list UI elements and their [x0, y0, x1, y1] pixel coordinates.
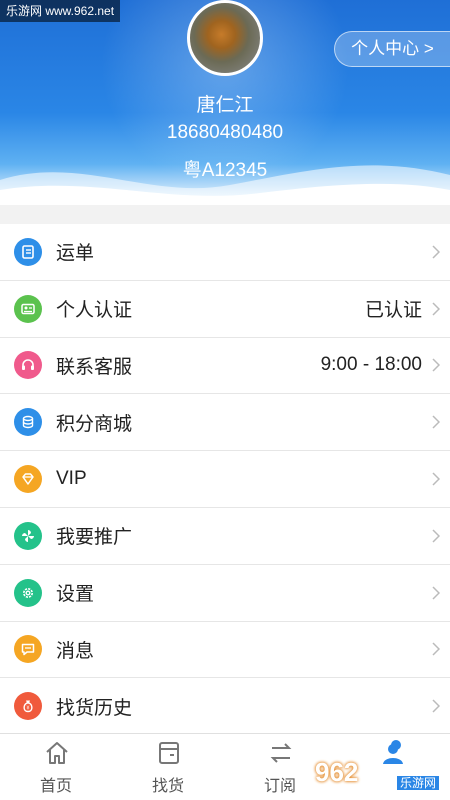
- menu-item-verification[interactable]: 个人认证 已认证: [0, 281, 450, 338]
- menu-label: 联系客服: [56, 356, 133, 378]
- home-icon: [46, 742, 68, 764]
- menu-label: 设置: [56, 584, 95, 606]
- chevron-right-icon: [432, 642, 440, 656]
- tab-label: 找货: [151, 778, 184, 795]
- avatar[interactable]: [187, 0, 263, 76]
- chevron-right-icon: [432, 415, 440, 429]
- menu-item-search-history[interactable]: ¥ 找货历史: [0, 678, 450, 736]
- user-name: 唐仁江: [196, 95, 254, 116]
- menu-item-vip[interactable]: VIP: [0, 451, 450, 508]
- id-card-icon: [14, 294, 42, 323]
- chevron-right-icon: [432, 529, 440, 543]
- watermark-bottom: 962 乐游网: [315, 752, 445, 792]
- gear-icon: [14, 578, 42, 607]
- menu-label: 运单: [56, 243, 95, 265]
- chevron-right-icon: [432, 358, 440, 373]
- waybill-icon: [14, 237, 42, 266]
- menu-item-waybill[interactable]: 运单: [0, 224, 450, 281]
- profile-header: 个人中心 > 唐仁江 18680480480 粤A12345: [0, 0, 450, 205]
- coins-icon: [14, 408, 42, 437]
- menu-value: 9:00 - 18:00: [320, 354, 422, 376]
- message-icon: [14, 635, 42, 664]
- chevron-right-icon: [432, 302, 440, 316]
- cargo-icon: [159, 742, 179, 764]
- menu-label: 积分商城: [56, 413, 133, 435]
- svg-text:¥: ¥: [26, 706, 29, 712]
- menu-item-customer-service[interactable]: 联系客服 9:00 - 18:00: [0, 338, 450, 395]
- watermark-main: 962: [315, 757, 359, 787]
- tab-find-cargo[interactable]: 找货: [112, 734, 224, 800]
- menu-item-points-mall[interactable]: 积分商城: [0, 394, 450, 452]
- license-plate: 粤A12345: [182, 160, 268, 181]
- money-bag-icon: ¥: [14, 692, 42, 721]
- tab-home[interactable]: 首页: [0, 734, 112, 800]
- tab-label: 首页: [39, 778, 72, 795]
- menu-list: 运单 个人认证 已认证 联系客服 9:00 - 18:00 积分商城 VIP 我…: [0, 224, 450, 736]
- menu-value: 已认证: [364, 300, 422, 322]
- menu-label: 我要推广: [56, 527, 133, 549]
- diamond-icon: [14, 465, 42, 494]
- watermark-top: 乐游网 www.962.net: [0, 0, 121, 22]
- user-phone: 18680480480: [166, 122, 284, 143]
- chevron-right-icon: [432, 472, 440, 486]
- swap-icon: [270, 743, 292, 763]
- menu-item-settings[interactable]: 设置: [0, 565, 450, 622]
- notification-dot: [391, 740, 401, 750]
- menu-label: 消息: [56, 640, 95, 662]
- menu-label: 找货历史: [56, 697, 133, 719]
- menu-item-promote[interactable]: 我要推广: [0, 508, 450, 565]
- watermark-sub: 乐游网: [396, 776, 439, 790]
- pinwheel-icon: [14, 521, 42, 550]
- chevron-right-icon: [432, 586, 440, 600]
- menu-label: VIP: [56, 468, 87, 490]
- chevron-right-icon: [432, 245, 440, 259]
- menu-item-messages[interactable]: 消息: [0, 622, 450, 679]
- chevron-right-icon: [432, 699, 440, 713]
- personal-center-button[interactable]: 个人中心 >: [334, 31, 450, 67]
- menu-label: 个人认证: [56, 300, 133, 322]
- headset-icon: [14, 351, 42, 380]
